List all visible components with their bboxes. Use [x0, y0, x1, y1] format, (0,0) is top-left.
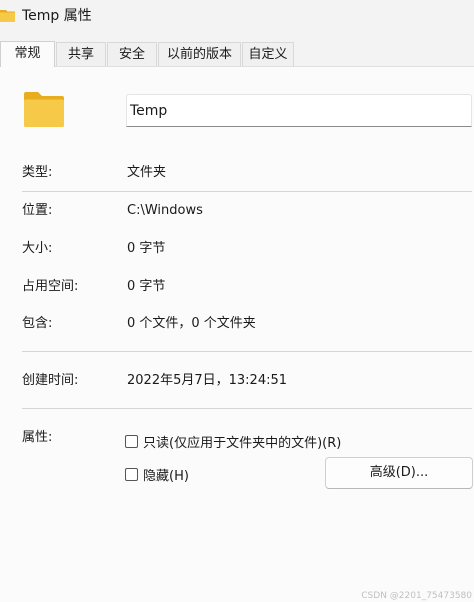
separator: [22, 408, 472, 409]
location-value: C:\Windows: [127, 203, 203, 218]
hidden-checkbox-row[interactable]: 隐藏(H): [125, 465, 189, 484]
size-label: 大小:: [22, 241, 53, 256]
tab-previous-versions[interactable]: 以前的版本: [158, 42, 241, 66]
created-label: 创建时间:: [22, 373, 79, 388]
tab-security[interactable]: 安全: [107, 42, 157, 66]
folder-icon: [0, 10, 15, 22]
folder-name-input[interactable]: [126, 94, 472, 127]
separator: [22, 351, 472, 352]
type-value: 文件夹: [127, 165, 167, 180]
created-value: 2022年5月7日，13:24:51: [127, 373, 288, 388]
tab-strip: 常规 共享 安全 以前的版本 自定义: [0, 41, 474, 67]
watermark: CSDN @2201_75473580: [361, 591, 472, 601]
tab-customize[interactable]: 自定义: [242, 42, 294, 66]
window-title: Temp 属性: [22, 8, 92, 24]
properties-window: Temp 属性 常规 共享 安全 以前的版本 自定义 类型: 文件夹 位置: C…: [0, 0, 474, 602]
size-value: 0 字节: [127, 241, 166, 256]
size-on-disk-value: 0 字节: [127, 279, 166, 294]
title-bar[interactable]: Temp 属性: [0, 0, 474, 34]
contains-label: 包含:: [22, 316, 53, 331]
readonly-checkbox-row[interactable]: 只读(仅应用于文件夹中的文件)(R): [125, 432, 342, 451]
hidden-label: 隐藏(H): [143, 468, 189, 484]
hidden-checkbox[interactable]: [125, 467, 138, 481]
folder-icon: [24, 92, 64, 127]
separator: [22, 191, 472, 192]
readonly-label: 只读(仅应用于文件夹中的文件)(R): [143, 435, 342, 451]
contains-value: 0 个文件，0 个文件夹: [127, 316, 256, 331]
tab-sharing[interactable]: 共享: [56, 42, 106, 66]
tab-general[interactable]: 常规: [0, 41, 55, 67]
type-label: 类型:: [22, 165, 53, 180]
size-on-disk-label: 占用空间:: [22, 279, 79, 294]
advanced-button[interactable]: 高级(D)...: [325, 457, 473, 489]
general-panel: 类型: 文件夹 位置: C:\Windows 大小: 0 字节 占用空间: 0 …: [0, 66, 474, 602]
location-label: 位置:: [22, 203, 53, 218]
readonly-checkbox[interactable]: [125, 434, 138, 448]
attributes-label: 属性:: [22, 430, 53, 445]
